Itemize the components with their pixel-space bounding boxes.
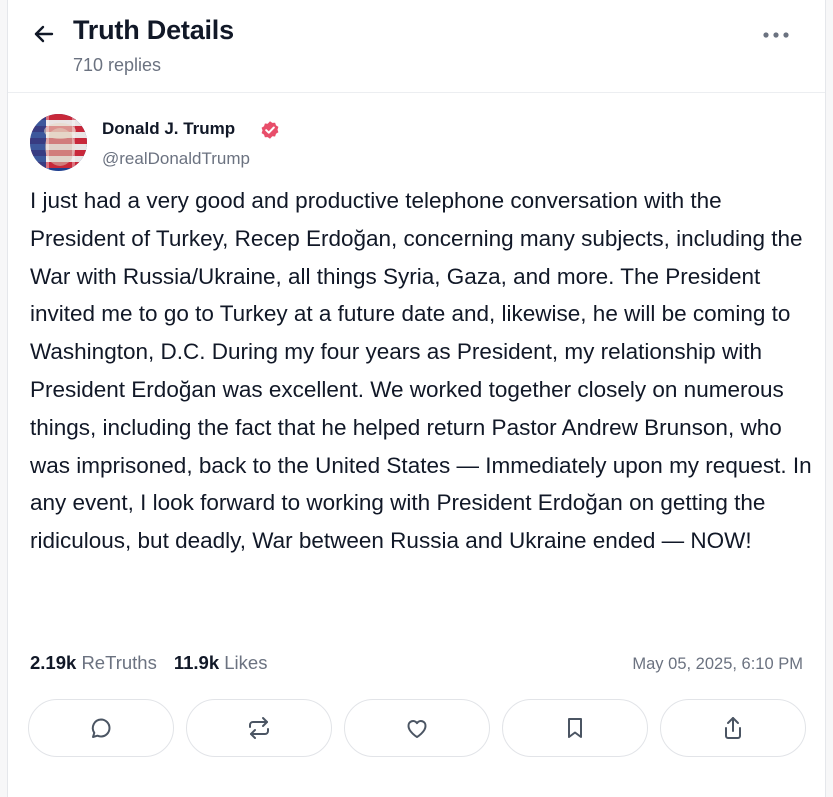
post-timestamp: May 05, 2025, 6:10 PM — [632, 655, 803, 673]
truth-detail-panel: Truth Details 710 replies Donald J. Trum… — [7, 0, 826, 797]
reply-icon — [91, 718, 111, 738]
likes-stat[interactable]: 11.9k Likes — [174, 652, 268, 674]
retruth-icon — [249, 717, 269, 739]
bookmark-button[interactable] — [502, 699, 648, 757]
author-handle[interactable]: @realDonaldTrump — [102, 149, 250, 169]
reply-button[interactable] — [28, 699, 174, 757]
retruths-count: 2.19k — [30, 652, 77, 673]
more-horizontal-icon — [763, 32, 789, 38]
avatar[interactable] — [30, 114, 87, 171]
arrow-left-icon — [34, 25, 54, 43]
like-button[interactable] — [344, 699, 490, 757]
retruth-button[interactable] — [186, 699, 332, 757]
more-options-button[interactable] — [759, 23, 793, 47]
like-icon — [407, 720, 427, 738]
avatar-image — [30, 114, 87, 171]
reply-count: 710 replies — [73, 55, 162, 75]
action-bar — [28, 699, 806, 757]
bookmark-icon — [568, 718, 582, 738]
page-title: Truth Details — [73, 15, 234, 45]
back-button[interactable] — [30, 20, 58, 48]
page-header: Truth Details 710 replies — [8, 0, 825, 93]
likes-label: Likes — [224, 652, 268, 673]
share-icon — [725, 717, 741, 739]
author-name[interactable]: Donald J. Trump — [102, 119, 235, 139]
post-text: I just had a very good and productive te… — [30, 188, 812, 554]
retruths-stat[interactable]: 2.19k ReTruths — [30, 652, 157, 674]
likes-count: 11.9k — [173, 652, 220, 673]
retruths-label: ReTruths — [81, 652, 157, 673]
share-button[interactable] — [660, 699, 806, 757]
verified-badge-icon — [261, 121, 279, 139]
post-stats: 2.19k ReTruths 11.9k Likes — [30, 652, 284, 674]
